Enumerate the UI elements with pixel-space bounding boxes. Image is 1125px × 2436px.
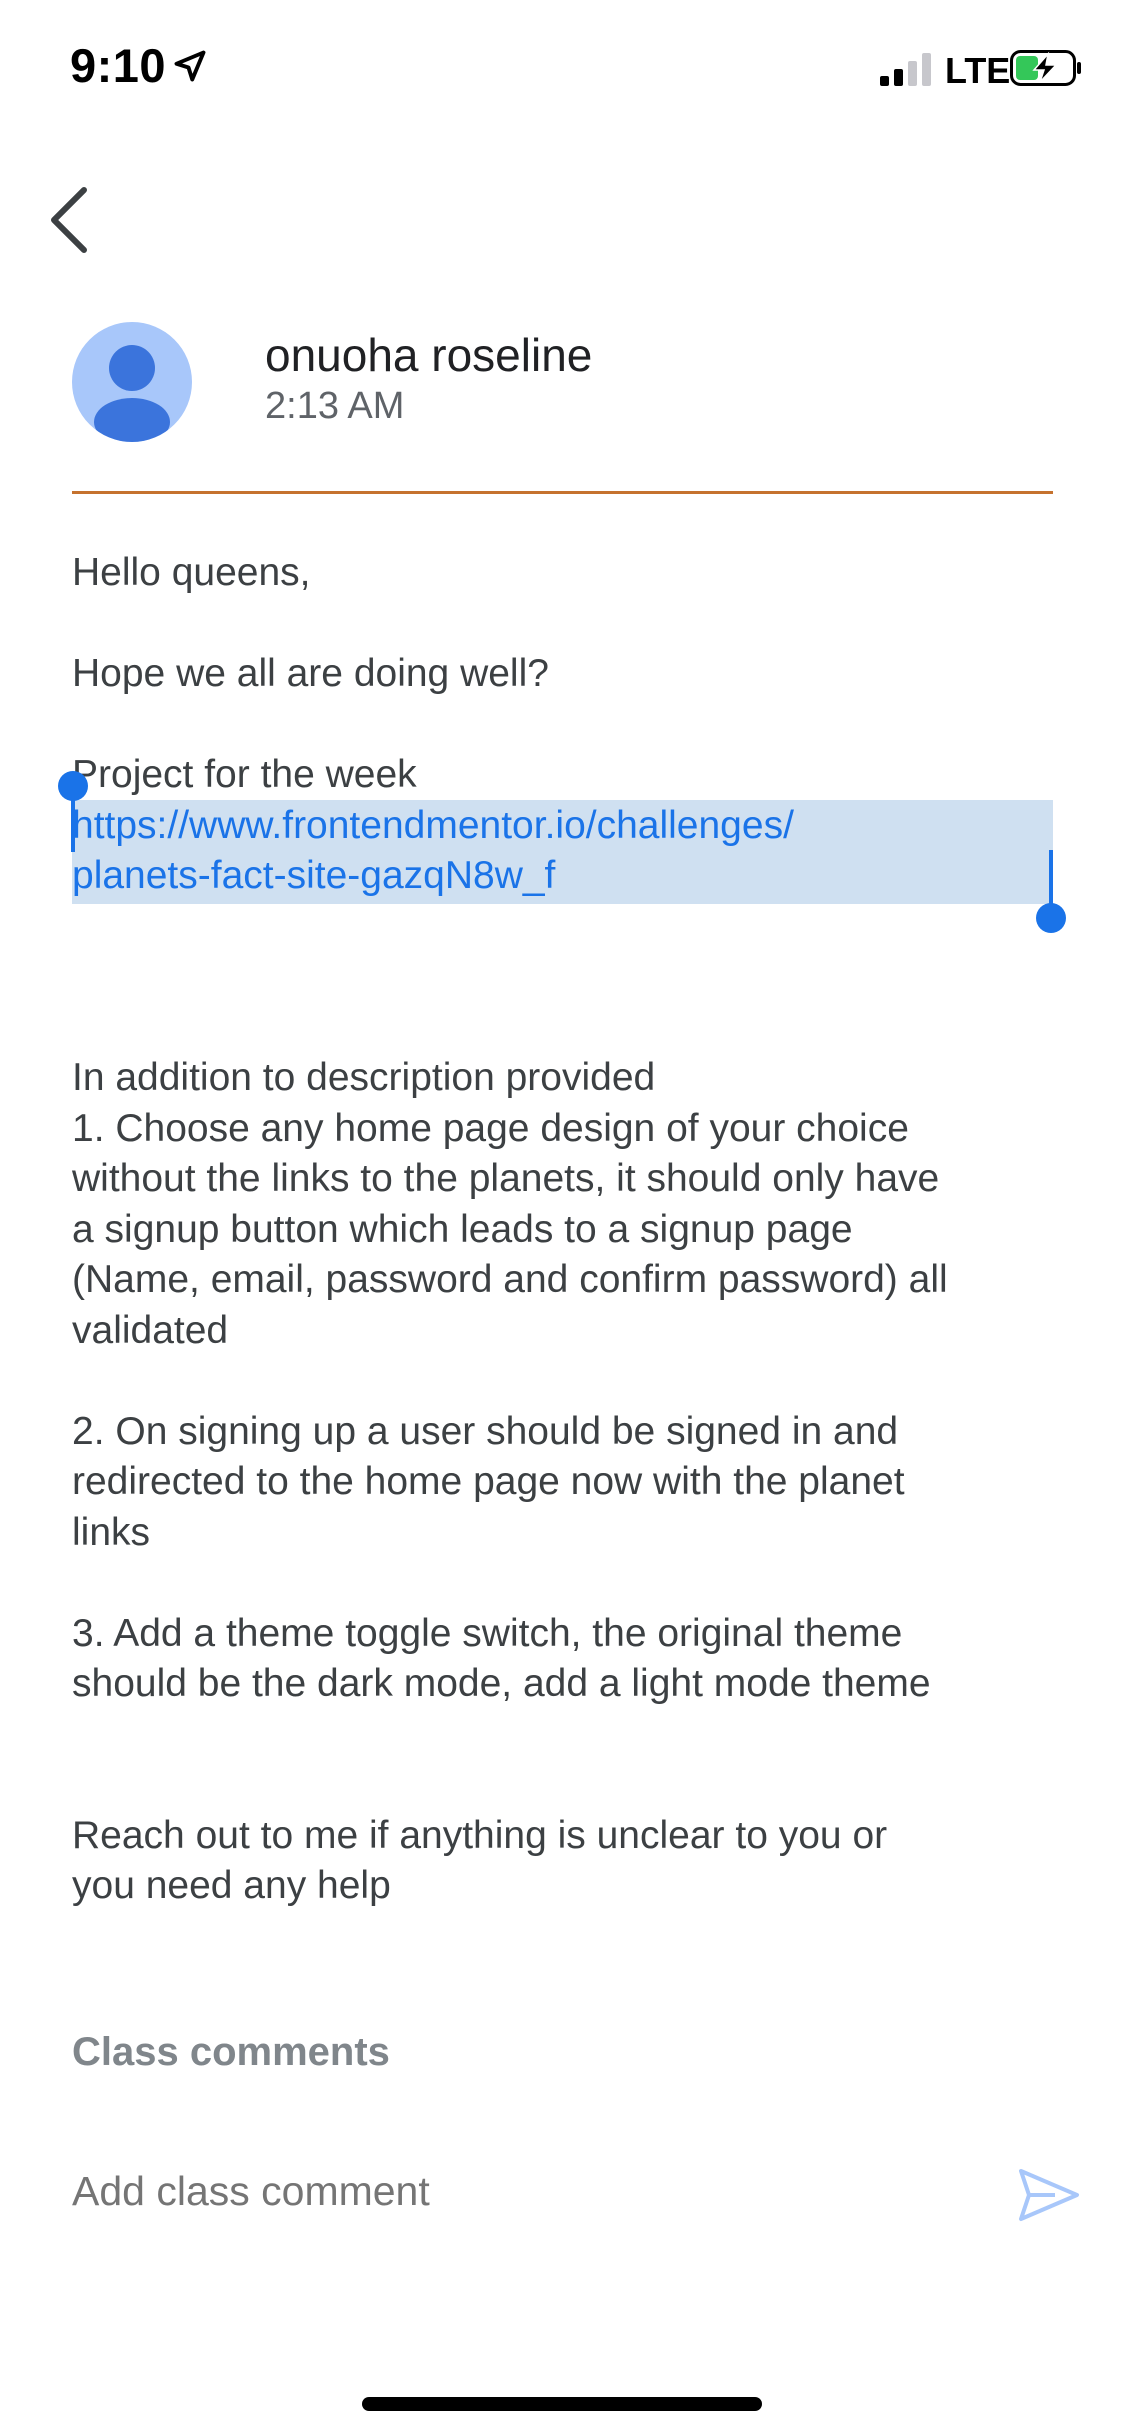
body-line: should be the dark mode, add a light mod… — [72, 1662, 931, 1705]
body-line: (Name, email, password and confirm passw… — [72, 1258, 948, 1301]
body-line: In addition to description provided — [72, 1056, 656, 1099]
selection-end-caret — [1049, 850, 1053, 910]
signal-strength-icon — [880, 53, 931, 86]
body-line: Hope we all are doing well? — [72, 652, 549, 695]
body-line: 1. Choose any home page design of your c… — [72, 1106, 909, 1150]
battery-charging-icon — [1010, 50, 1081, 86]
body-line: you need any help — [72, 1864, 391, 1907]
body-line: Hello queens, — [72, 551, 311, 594]
home-indicator[interactable] — [362, 2397, 762, 2411]
avatar — [72, 322, 192, 442]
author-name: onuoha roseline — [265, 329, 593, 381]
location-arrow-icon — [174, 50, 206, 82]
project-link[interactable]: https://www.frontendmentor.io/challenges… — [72, 801, 1062, 852]
selection-end-handle[interactable] — [1036, 903, 1066, 933]
selection-start-caret — [71, 790, 75, 852]
project-link[interactable]: planets-fact-site-gazqN8w_f — [72, 851, 1062, 902]
screen: 9:10 LTE onuoha roseline 2:13 AM Hello q… — [0, 0, 1125, 2436]
body-line: links — [72, 1510, 151, 1554]
body-line: without the links to the planets, it sho… — [72, 1157, 940, 1200]
body-line: redirected to the home page now with the… — [72, 1460, 905, 1503]
add-comment-input[interactable] — [72, 2168, 972, 2215]
body-line: 3. Add a theme toggle switch, the origin… — [72, 1611, 903, 1655]
back-button[interactable] — [40, 180, 100, 260]
body-line: 2. On signing up a user should be signed… — [72, 1409, 899, 1453]
network-type: LTE — [945, 50, 1011, 91]
post-time: 2:13 AM — [265, 385, 405, 427]
body-line: validated — [72, 1308, 229, 1352]
divider — [72, 491, 1053, 494]
send-icon[interactable] — [1015, 2165, 1083, 2225]
body-line: Reach out to me if anything is unclear t… — [72, 1813, 888, 1857]
body-line: a signup button which leads to a signup … — [72, 1207, 853, 1251]
body-line: Project for the week — [72, 753, 417, 796]
class-comments-heading: Class comments — [72, 2030, 390, 2074]
status-time: 9:10 — [70, 39, 167, 92]
post-body: Hello queens, Hope we all are doing well… — [72, 548, 1062, 1912]
